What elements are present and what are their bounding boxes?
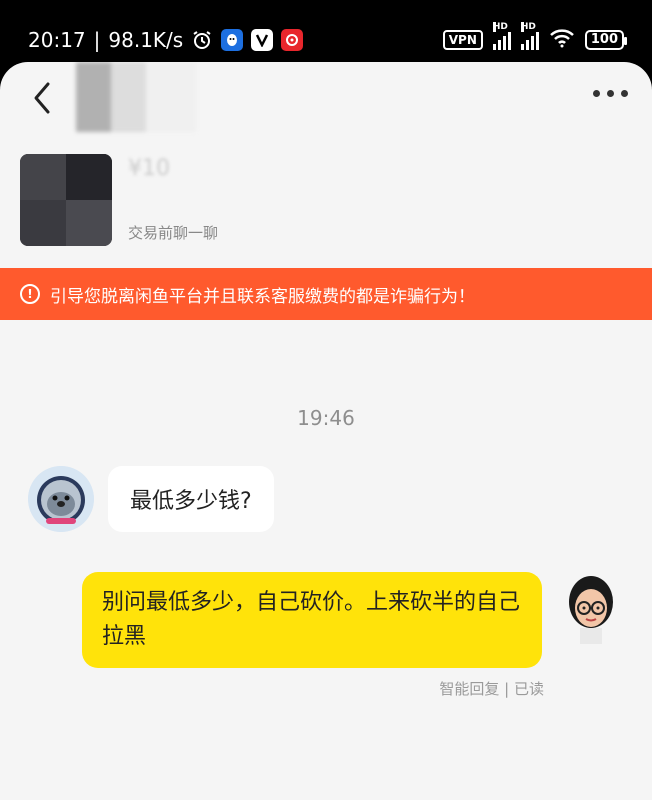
hd-label: HD <box>492 22 508 32</box>
hd-label-2: HD <box>520 22 536 32</box>
wifi-icon <box>549 28 575 52</box>
message-timestamp: 19:46 <box>297 406 355 430</box>
product-card[interactable]: ¥10 交易前聊一聊 <box>20 154 640 250</box>
status-left: 20:17 | 98.1K/s <box>28 28 304 52</box>
product-subtitle: 交易前聊一聊 <box>128 224 219 242</box>
status-bar: 20:17 | 98.1K/s VPN HD HD 100 <box>0 0 652 62</box>
contact-name-redacted <box>76 62 196 132</box>
message-bubble-received[interactable]: 最低多少钱? <box>108 466 274 532</box>
message-text: 最低多少钱? <box>130 489 252 514</box>
vpn-badge: VPN <box>442 30 483 50</box>
more-dots-icon[interactable] <box>593 90 628 97</box>
message-text: 别问最低多少，自己砍价。上来砍半的自己拉黑 <box>102 590 521 649</box>
warning-text: 引导您脱离闲鱼平台并且联系客服缴费的都是诈骗行为！ <box>50 286 475 307</box>
message-bubble-sent[interactable]: 别问最低多少，自己砍价。上来砍半的自己拉黑 <box>82 572 542 668</box>
read-status: 智能回复 | 已读 <box>439 680 544 698</box>
chat-screen: ¥10 交易前聊一聊 ! 引导您脱离闲鱼平台并且联系客服缴费的都是诈骗行为！ 1… <box>0 62 652 800</box>
netease-music-icon <box>281 29 304 51</box>
battery-icon: 100 <box>584 30 628 50</box>
network-speed: 98.1K/s <box>108 28 184 52</box>
product-thumbnail[interactable] <box>20 154 112 246</box>
signal-icon: HD <box>492 22 511 50</box>
signal-icon-2: HD <box>520 22 539 50</box>
status-time: 20:17 <box>28 28 86 52</box>
vivo-v-icon <box>251 29 274 51</box>
fraud-warning-banner: ! 引导您脱离闲鱼平台并且联系客服缴费的都是诈骗行为！ <box>0 268 652 320</box>
status-right: VPN HD HD 100 <box>442 22 628 52</box>
chevron-left-icon[interactable] <box>28 80 58 116</box>
qq-icon <box>221 29 244 51</box>
status-separator: | <box>93 28 101 52</box>
alarm-icon <box>191 29 213 51</box>
user-avatar[interactable] <box>560 572 622 644</box>
product-price-blurred: ¥10 <box>128 156 170 181</box>
alert-circle-icon: ! <box>20 284 40 304</box>
seller-avatar[interactable] <box>28 466 94 532</box>
